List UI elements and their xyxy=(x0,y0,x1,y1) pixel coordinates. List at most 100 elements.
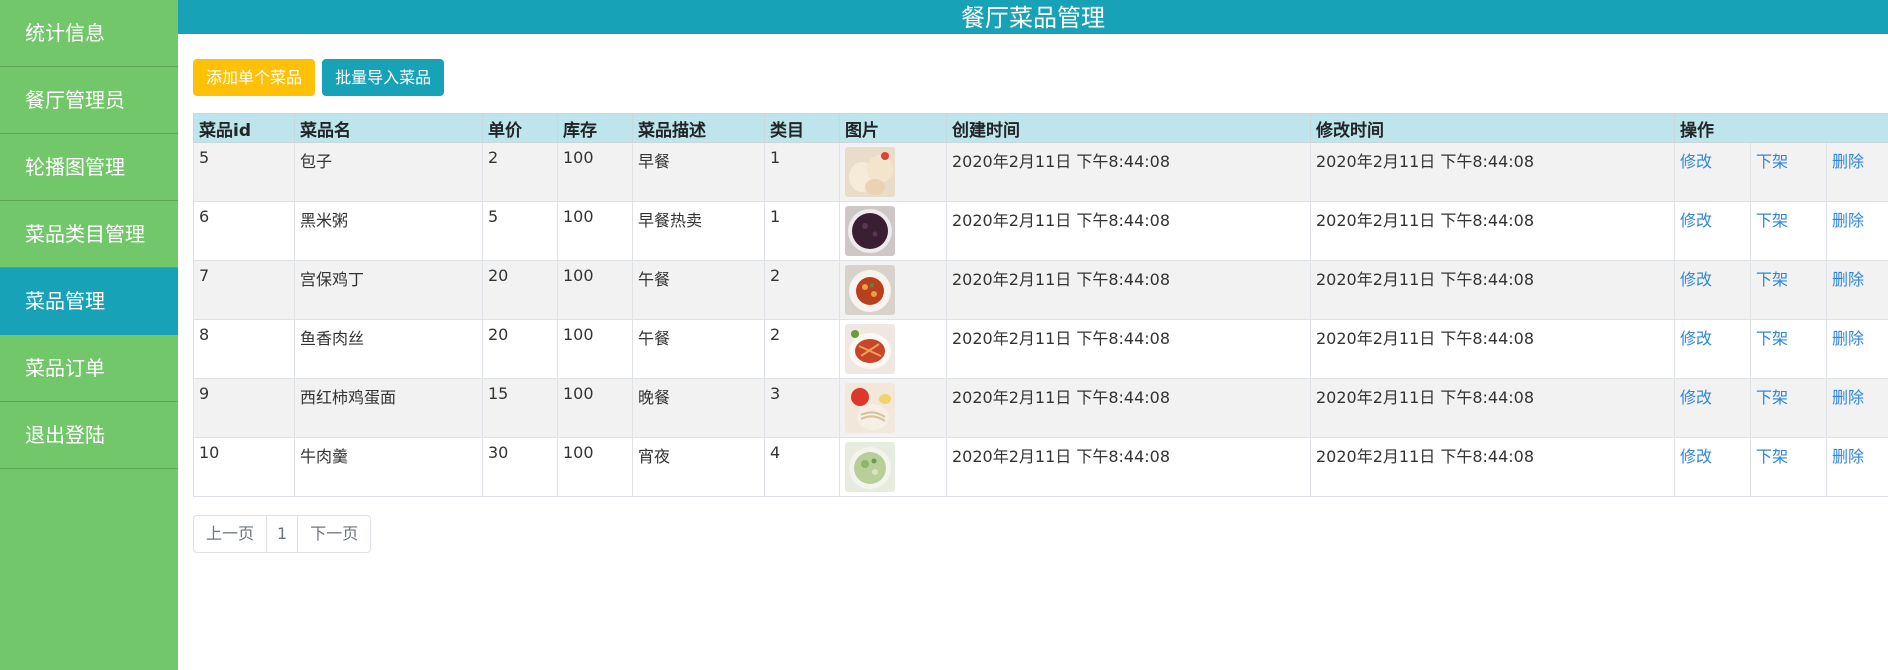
cell-name: 西红柿鸡蛋面 xyxy=(294,378,483,438)
edit-link[interactable]: 修改 xyxy=(1680,329,1712,348)
cell-category: 1 xyxy=(764,201,840,261)
cell-desc: 宵夜 xyxy=(632,437,765,497)
table-row: 5 包子 2 100 早餐 1 2020年2月11日 下午8:44:08 202… xyxy=(193,142,1888,202)
cell-category: 1 xyxy=(764,142,840,202)
cell-id: 10 xyxy=(193,437,295,497)
col-header-id: 菜品id xyxy=(193,113,295,143)
cell-price: 2 xyxy=(482,142,558,202)
prev-page-button[interactable]: 上一页 xyxy=(194,516,268,552)
sidebar: 统计信息 餐厅管理员 轮播图管理 菜品类目管理 菜品管理 菜品订单 退出登陆 xyxy=(0,0,178,670)
edit-link[interactable]: 修改 xyxy=(1680,447,1712,466)
cell-modified: 2020年2月11日 下午8:44:08 xyxy=(1310,319,1675,379)
cell-created: 2020年2月11日 下午8:44:08 xyxy=(946,437,1311,497)
cell-desc: 晚餐 xyxy=(632,378,765,438)
cell-created: 2020年2月11日 下午8:44:08 xyxy=(946,319,1311,379)
offshelf-link[interactable]: 下架 xyxy=(1756,152,1788,171)
sidebar-item-categories[interactable]: 菜品类目管理 xyxy=(0,201,178,268)
delete-link[interactable]: 删除 xyxy=(1832,211,1864,230)
offshelf-link[interactable]: 下架 xyxy=(1756,211,1788,230)
dish-table: 菜品id 菜品名 单价 库存 菜品描述 类目 图片 创建时间 修改时间 操作 5… xyxy=(193,113,1888,497)
kungpao-chicken-photo xyxy=(845,265,895,315)
beef-soup-photo xyxy=(845,442,895,492)
col-header-name: 菜品名 xyxy=(294,113,483,143)
next-page-button[interactable]: 下一页 xyxy=(298,516,370,552)
cell-desc: 午餐 xyxy=(632,260,765,320)
cell-modified: 2020年2月11日 下午8:44:08 xyxy=(1310,201,1675,261)
offshelf-link[interactable]: 下架 xyxy=(1756,329,1788,348)
edit-link[interactable]: 修改 xyxy=(1680,388,1712,407)
cell-category: 2 xyxy=(764,260,840,320)
table-row: 8 鱼香肉丝 20 100 午餐 2 2020年2月11日 下午8:44:08 xyxy=(193,319,1888,379)
cell-image xyxy=(839,378,947,438)
cell-created: 2020年2月11日 下午8:44:08 xyxy=(946,201,1311,261)
offshelf-link[interactable]: 下架 xyxy=(1756,270,1788,289)
cell-created: 2020年2月11日 下午8:44:08 xyxy=(946,378,1311,438)
baozi-photo xyxy=(845,147,895,197)
cell-image xyxy=(839,319,947,379)
add-dish-button[interactable]: 添加单个菜品 xyxy=(193,59,316,96)
delete-link[interactable]: 删除 xyxy=(1832,447,1864,466)
edit-link[interactable]: 修改 xyxy=(1680,152,1712,171)
edit-link[interactable]: 修改 xyxy=(1680,211,1712,230)
cell-price: 20 xyxy=(482,319,558,379)
delete-link[interactable]: 删除 xyxy=(1832,388,1864,407)
pagination: 上一页 1 下一页 xyxy=(193,515,372,553)
sidebar-item-carousel[interactable]: 轮播图管理 xyxy=(0,134,178,201)
page-number-button[interactable]: 1 xyxy=(267,516,299,552)
col-header-image: 图片 xyxy=(839,113,947,143)
col-header-category: 类目 xyxy=(764,113,840,143)
sidebar-item-stats[interactable]: 统计信息 xyxy=(0,0,178,67)
cell-id: 9 xyxy=(193,378,295,438)
cell-price: 15 xyxy=(482,378,558,438)
cell-id: 6 xyxy=(193,201,295,261)
cell-name: 宫保鸡丁 xyxy=(294,260,483,320)
delete-link[interactable]: 删除 xyxy=(1832,270,1864,289)
cell-modified: 2020年2月11日 下午8:44:08 xyxy=(1310,260,1675,320)
import-dishes-button[interactable]: 批量导入菜品 xyxy=(322,59,445,96)
cell-id: 5 xyxy=(193,142,295,202)
black-rice-porridge-photo xyxy=(845,206,895,256)
offshelf-link[interactable]: 下架 xyxy=(1756,447,1788,466)
delete-link[interactable]: 删除 xyxy=(1832,152,1864,171)
offshelf-link[interactable]: 下架 xyxy=(1756,388,1788,407)
page-title: 餐厅菜品管理 xyxy=(961,4,1105,32)
cell-id: 7 xyxy=(193,260,295,320)
table-row: 9 西红柿鸡蛋面 15 100 晚餐 3 2020年2月11日 下午8:44:0… xyxy=(193,378,1888,438)
table-row: 7 宫保鸡丁 20 100 午餐 2 2020年2月11日 下午8:44:08 … xyxy=(193,260,1888,320)
cell-image xyxy=(839,260,947,320)
col-header-desc: 菜品描述 xyxy=(632,113,765,143)
cell-image xyxy=(839,201,947,261)
cell-name: 包子 xyxy=(294,142,483,202)
sidebar-item-admins[interactable]: 餐厅管理员 xyxy=(0,67,178,134)
yuxiang-pork-photo xyxy=(845,324,895,374)
cell-price: 5 xyxy=(482,201,558,261)
cell-stock: 100 xyxy=(557,319,633,379)
tomato-egg-noodle-photo xyxy=(845,383,895,433)
cell-desc: 早餐热卖 xyxy=(632,201,765,261)
main-content: 添加单个菜品 批量导入菜品 菜品id 菜品名 单价 库存 菜品描述 类目 图片 … xyxy=(193,59,1888,553)
cell-category: 3 xyxy=(764,378,840,438)
sidebar-item-orders[interactable]: 菜品订单 xyxy=(0,335,178,402)
cell-modified: 2020年2月11日 下午8:44:08 xyxy=(1310,378,1675,438)
col-header-actions: 操作 xyxy=(1674,113,1888,143)
page-header: 餐厅菜品管理 xyxy=(178,0,1888,34)
cell-stock: 100 xyxy=(557,437,633,497)
cell-created: 2020年2月11日 下午8:44:08 xyxy=(946,142,1311,202)
cell-desc: 早餐 xyxy=(632,142,765,202)
cell-modified: 2020年2月11日 下午8:44:08 xyxy=(1310,437,1675,497)
cell-created: 2020年2月11日 下午8:44:08 xyxy=(946,260,1311,320)
cell-price: 20 xyxy=(482,260,558,320)
edit-link[interactable]: 修改 xyxy=(1680,270,1712,289)
sidebar-item-logout[interactable]: 退出登陆 xyxy=(0,402,178,469)
delete-link[interactable]: 删除 xyxy=(1832,329,1864,348)
table-row: 6 黑米粥 5 100 早餐热卖 1 2020年2月11日 下午8:44:08 xyxy=(193,201,1888,261)
cell-stock: 100 xyxy=(557,142,633,202)
cell-category: 4 xyxy=(764,437,840,497)
cell-name: 黑米粥 xyxy=(294,201,483,261)
sidebar-item-dishes[interactable]: 菜品管理 xyxy=(0,268,178,335)
cell-stock: 100 xyxy=(557,201,633,261)
col-header-created: 创建时间 xyxy=(946,113,1311,143)
table-row: 10 牛肉羹 30 100 宵夜 4 2020年2月11日 下午8:44:08 … xyxy=(193,437,1888,497)
toolbar: 添加单个菜品 批量导入菜品 xyxy=(193,59,1888,96)
cell-stock: 100 xyxy=(557,378,633,438)
